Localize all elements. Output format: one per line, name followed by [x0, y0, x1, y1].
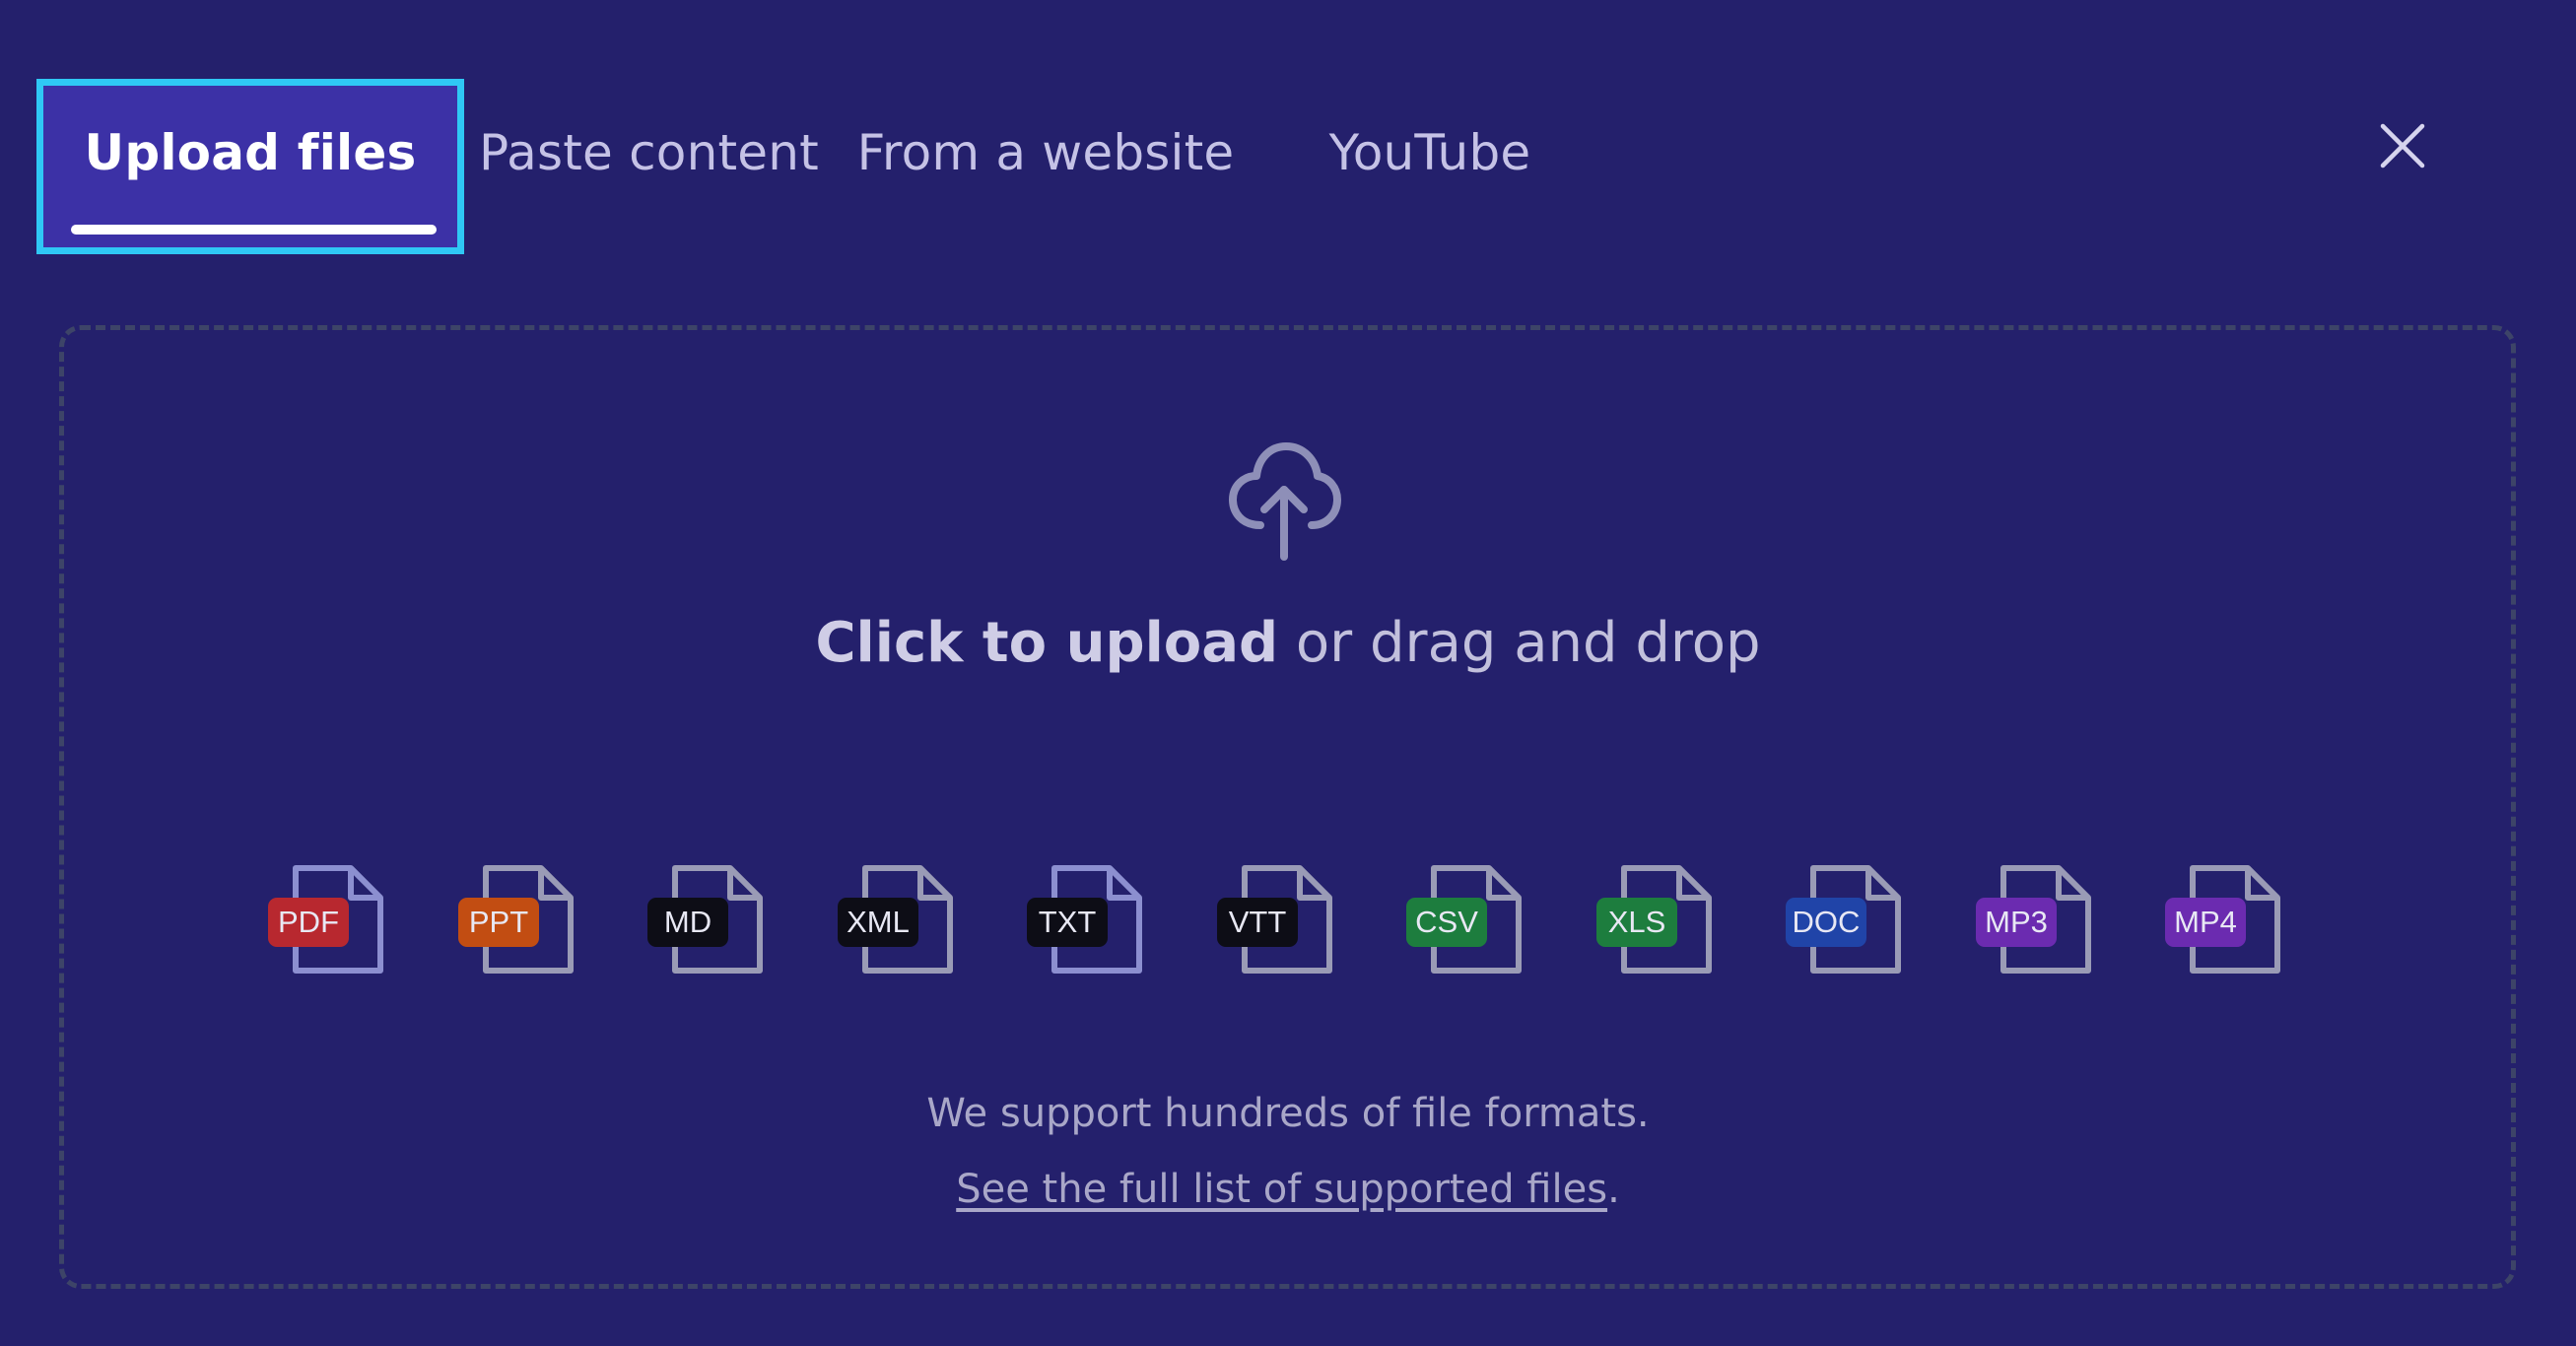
file-type-label: CSV — [1406, 898, 1487, 947]
tab-label: YouTube — [1328, 124, 1531, 181]
close-icon — [2380, 123, 2425, 168]
file-type-vtt-icon: VTT — [1217, 862, 1345, 978]
file-type-mp4-icon: MP4 — [2165, 862, 2293, 978]
file-type-txt-icon: TXT — [1027, 862, 1155, 978]
file-type-csv-icon: CSV — [1406, 862, 1534, 978]
tab-from-website[interactable]: From a website — [834, 79, 1257, 254]
cloud-upload-icon — [1227, 438, 1341, 563]
file-type-label: DOC — [1786, 898, 1866, 947]
upload-dialog: Upload files Paste content From a websit… — [0, 0, 2576, 1346]
click-to-upload-link[interactable]: Click to upload — [815, 611, 1278, 675]
file-type-label: MD — [647, 898, 728, 947]
file-type-label: PPT — [458, 898, 539, 947]
file-type-label: XML — [838, 898, 918, 947]
file-type-md-icon: MD — [647, 862, 776, 978]
supported-file-types: PDF PPT MD XML TXT VTT CSV XLS DOC MP3 MP4 — [0, 862, 2576, 978]
tab-label: From a website — [856, 124, 1235, 181]
tab-paste-content[interactable]: Paste content — [464, 79, 834, 254]
file-type-label: VTT — [1217, 898, 1298, 947]
file-type-label: MP4 — [2165, 898, 2246, 947]
active-tab-indicator — [71, 225, 437, 235]
support-link-suffix: . — [1607, 1167, 1620, 1212]
drag-and-drop-text: or drag and drop — [1278, 611, 1761, 675]
file-type-label: PDF — [268, 898, 349, 947]
file-type-label: TXT — [1027, 898, 1108, 947]
support-text: We support hundreds of file formats. — [926, 1091, 1650, 1136]
file-type-label: XLS — [1596, 898, 1677, 947]
file-type-pdf-icon: PDF — [268, 862, 396, 978]
tab-label: Upload files — [84, 124, 417, 181]
close-button[interactable] — [2377, 120, 2428, 171]
tab-label: Paste content — [479, 124, 819, 181]
tab-upload-files[interactable]: Upload files — [36, 79, 464, 254]
file-type-mp3-icon: MP3 — [1976, 862, 2104, 978]
support-link-row: See the full list of supported files. — [0, 1167, 2576, 1212]
upload-headline: Click to upload or drag and drop — [0, 611, 2576, 675]
tab-youtube[interactable]: YouTube — [1257, 79, 1602, 254]
file-type-xls-icon: XLS — [1596, 862, 1725, 978]
file-type-label: MP3 — [1976, 898, 2057, 947]
supported-files-link[interactable]: See the full list of supported files — [956, 1167, 1607, 1212]
file-type-ppt-icon: PPT — [458, 862, 586, 978]
file-type-xml-icon: XML — [838, 862, 966, 978]
source-tabs: Upload files Paste content From a websit… — [36, 79, 1602, 254]
file-type-doc-icon: DOC — [1786, 862, 1914, 978]
